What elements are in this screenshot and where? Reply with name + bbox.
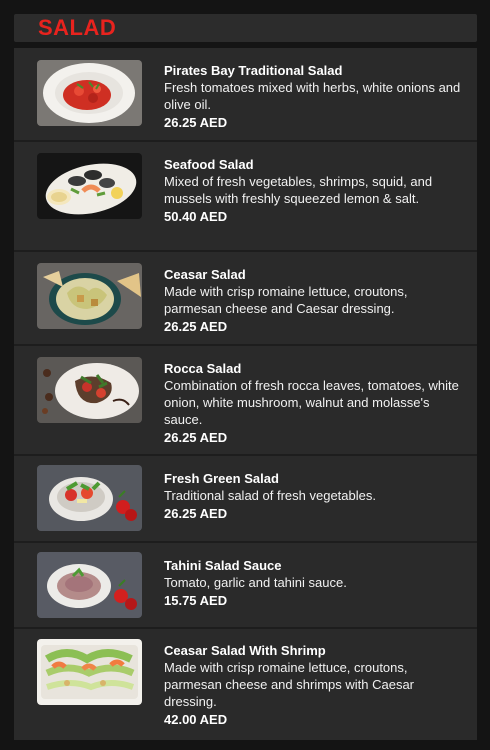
item-description: Mixed of fresh vegetables, shrimps, squi… <box>164 174 433 206</box>
item-name: Pirates Bay Traditional Salad <box>164 63 343 78</box>
item-name: Fresh Green Salad <box>164 471 279 486</box>
item-name: Rocca Salad <box>164 361 242 376</box>
item-description: Tomato, garlic and tahini sauce. <box>164 575 347 590</box>
menu-item-tahini-salad-sauce[interactable]: Tahini Salad Sauce Tomato, garlic and ta… <box>14 543 477 629</box>
item-price: 26.25 AED <box>164 506 228 521</box>
tahini-bowl-icon <box>37 552 142 618</box>
menu-item-ceasar-salad-with-shrimp[interactable]: Ceasar Salad With Shrimp Made with crisp… <box>14 629 477 740</box>
item-name: Ceasar Salad <box>164 267 246 282</box>
item-name: Tahini Salad Sauce <box>164 558 282 573</box>
green-salad-bowl-icon <box>37 465 142 531</box>
item-price: 26.25 AED <box>164 115 228 130</box>
item-price: 42.00 AED <box>164 712 228 727</box>
item-name: Seafood Salad <box>164 157 254 172</box>
rocca-salad-plate-icon <box>37 357 142 423</box>
item-price: 26.25 AED <box>164 319 228 334</box>
menu-item-ceasar-salad[interactable]: Ceasar Salad Made with crisp romaine let… <box>14 252 477 346</box>
item-description: Fresh tomatoes mixed with herbs, white o… <box>164 80 461 112</box>
item-price: 50.40 AED <box>164 209 228 224</box>
item-description: Combination of fresh rocca leaves, tomat… <box>164 378 459 427</box>
tomato-salad-plate-icon <box>37 60 142 126</box>
menu-item-seafood-salad[interactable]: Seafood Salad Mixed of fresh vegetables,… <box>14 142 477 252</box>
menu-item-pirates-bay-salad[interactable]: Pirates Bay Traditional Salad Fresh toma… <box>14 48 477 142</box>
item-name: Ceasar Salad With Shrimp <box>164 643 326 658</box>
menu-item-fresh-green-salad[interactable]: Fresh Green Salad Traditional salad of f… <box>14 456 477 543</box>
item-price: 26.25 AED <box>164 430 228 445</box>
section-header: SALAD <box>14 14 477 42</box>
section-title: SALAD <box>38 15 117 40</box>
item-price: 15.75 AED <box>164 593 228 608</box>
seafood-plate-icon <box>37 153 142 219</box>
menu-item-rocca-salad[interactable]: Rocca Salad Combination of fresh rocca l… <box>14 346 477 456</box>
menu-list: Pirates Bay Traditional Salad Fresh toma… <box>14 48 477 740</box>
item-description: Made with crisp romaine lettuce, crouton… <box>164 660 415 709</box>
item-description: Traditional salad of fresh vegetables. <box>164 488 376 503</box>
caesar-shrimp-platter-icon <box>37 639 142 705</box>
item-description: Made with crisp romaine lettuce, crouton… <box>164 284 408 316</box>
caesar-salad-bowl-icon <box>37 263 142 329</box>
menu-page: SALAD Pirates Bay Traditional Salad Fres… <box>0 0 490 750</box>
